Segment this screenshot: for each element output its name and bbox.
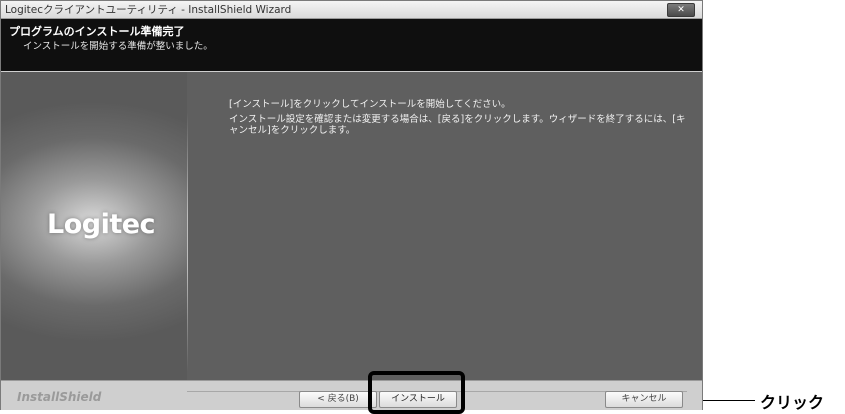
instruction-text: [インストール]をクリックしてインストールを開始してください。 xyxy=(229,99,511,110)
panel-divider xyxy=(187,112,188,372)
callout-line xyxy=(703,400,755,401)
close-button[interactable]: ✕ xyxy=(667,3,695,17)
installer-window: Logitecクライアントユーティリティ - InstallShield Wiz… xyxy=(0,0,703,410)
wizard-header: プログラムのインストール準備完了 インストールを開始する準備が整いました。 xyxy=(1,19,702,71)
logitec-logo: Logitec xyxy=(47,209,156,240)
wizard-body: Logitec [インストール]をクリックしてインストールを開始してください。 … xyxy=(1,72,702,380)
info-text: インストール設定を確認または変更する場合は、[戻る]をクリックします。ウィザード… xyxy=(229,114,686,136)
back-button[interactable]: < 戻る(B) xyxy=(299,391,377,408)
wizard-footer: InstallShield < 戻る(B) インストール キャンセル xyxy=(1,380,702,410)
window-title: Logitecクライアントユーティリティ - InstallShield Wiz… xyxy=(5,4,292,16)
cancel-button[interactable]: キャンセル xyxy=(605,391,683,408)
close-icon: ✕ xyxy=(677,5,685,15)
logo-panel: Logitec xyxy=(1,72,187,380)
header-subtitle: インストールを開始する準備が整いました。 xyxy=(23,41,213,52)
header-title: プログラムのインストール準備完了 xyxy=(9,25,185,38)
title-bar: Logitecクライアントユーティリティ - InstallShield Wiz… xyxy=(1,1,702,19)
callout-label: クリック xyxy=(760,393,825,412)
installshield-brand: InstallShield xyxy=(17,390,102,404)
install-button-highlight xyxy=(368,371,465,414)
